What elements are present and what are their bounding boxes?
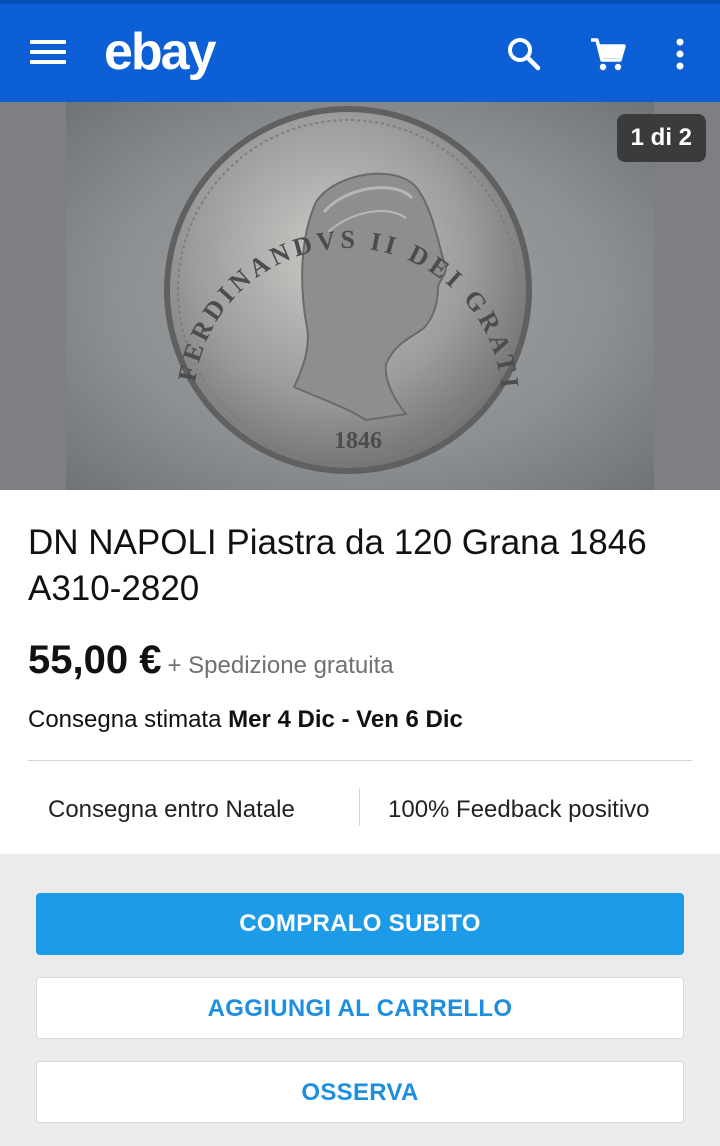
cart-icon[interactable] — [588, 34, 628, 74]
add-to-cart-button[interactable]: AGGIUNGI AL CARRELLO — [36, 977, 684, 1039]
watch-button[interactable]: OSSERVA — [36, 1061, 684, 1123]
estimated-delivery: Consegna stimata Mer 4 Dic - Ven 6 Dic — [28, 706, 463, 734]
search-icon[interactable] — [504, 34, 544, 74]
feature-separator — [359, 788, 360, 826]
divider — [28, 760, 692, 761]
price-row: 55,00 € + Spedizione gratuita — [28, 638, 394, 683]
delivery-label: Consegna stimata — [28, 706, 222, 733]
image-gallery[interactable]: FERDINANDVS II DEI GRATIA REX 1846 1 di … — [0, 102, 720, 490]
delivery-dates: Mer 4 Dic - Ven 6 Dic — [228, 706, 463, 733]
ebay-logo[interactable]: ebay — [104, 22, 217, 82]
coin-year: 1846 — [334, 428, 382, 454]
menu-icon[interactable] — [30, 40, 66, 68]
item-title: DN NAPOLI Piastra da 120 Grana 1846 A310… — [28, 523, 647, 608]
coin-image: FERDINANDVS II DEI GRATIA REX 1846 — [55, 102, 532, 474]
feature-positive-feedback: 100% Feedback positivo — [388, 796, 650, 823]
image-counter: 1 di 2 — [616, 114, 706, 162]
top-app-bar: ebay — [0, 0, 720, 102]
more-vertical-icon[interactable] — [660, 34, 700, 74]
buy-now-button[interactable]: COMPRALO SUBITO — [36, 893, 684, 955]
item-info-section: DN NAPOLI Piastra da 120 Grana 1846 A310… — [0, 490, 720, 854]
item-photo[interactable]: FERDINANDVS II DEI GRATIA REX 1846 — [55, 102, 654, 490]
item-price: 55,00 € — [28, 638, 162, 682]
shipping-info: + Spedizione gratuita — [167, 652, 394, 679]
feature-christmas-delivery: Consegna entro Natale — [48, 796, 295, 823]
